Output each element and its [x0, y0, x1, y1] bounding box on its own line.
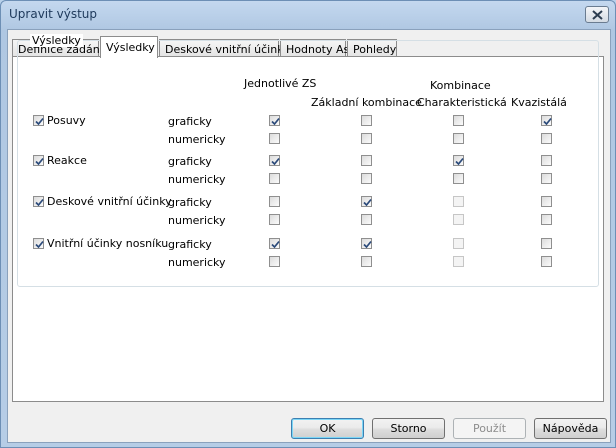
row-label-1: Posuvy: [47, 114, 86, 127]
numericky-checkbox-r3-c1[interactable]: [269, 214, 280, 225]
ok-button[interactable]: OK: [291, 418, 364, 439]
header-jednotlive-zs: Jednotlivé ZS: [244, 77, 317, 90]
column-charakteristicka: Charakteristická: [417, 96, 507, 109]
mode-graficky-label: graficky: [168, 155, 212, 168]
graficky-checkbox-r1-c1[interactable]: [269, 115, 280, 126]
mode-numericky-label: numericky: [168, 256, 226, 269]
mode-numericky-label: numericky: [168, 133, 226, 146]
graficky-checkbox-r2-c1[interactable]: [269, 155, 280, 166]
graficky-checkbox-r3-c3: [453, 196, 464, 207]
numericky-checkbox-r4-c2[interactable]: [361, 256, 372, 267]
graficky-checkbox-r1-c3[interactable]: [453, 115, 464, 126]
numericky-checkbox-r1-c1[interactable]: [269, 133, 280, 144]
numericky-checkbox-r3-c2[interactable]: [361, 214, 372, 225]
graficky-checkbox-r2-c2[interactable]: [361, 155, 372, 166]
column-kvazistala: Kvazistálá: [511, 96, 567, 109]
numericky-checkbox-r4-c3: [453, 256, 464, 267]
numericky-checkbox-r1-c2[interactable]: [361, 133, 372, 144]
row-checkbox-4[interactable]: [33, 238, 44, 249]
close-icon: [592, 10, 603, 20]
graficky-checkbox-r3-c2[interactable]: [361, 196, 372, 207]
numericky-checkbox-r3-c3: [453, 214, 464, 225]
graficky-checkbox-r4-c4[interactable]: [541, 238, 552, 249]
graficky-checkbox-r1-c2[interactable]: [361, 115, 372, 126]
graficky-checkbox-r4-c1[interactable]: [269, 238, 280, 249]
numericky-checkbox-r4-c4[interactable]: [541, 256, 552, 267]
graficky-checkbox-r4-c2[interactable]: [361, 238, 372, 249]
mode-numericky-label: numericky: [168, 173, 226, 186]
groupbox-title: Výsledky: [30, 34, 83, 47]
row-checkbox-2[interactable]: [33, 155, 44, 166]
numericky-checkbox-r2-c3[interactable]: [453, 173, 464, 184]
row-label-2: Reakce: [47, 154, 87, 167]
mode-graficky-label: graficky: [168, 196, 212, 209]
cancel-button[interactable]: Storno: [372, 418, 445, 439]
row-checkbox-1[interactable]: [33, 115, 44, 126]
title-bar[interactable]: Upravit výstup: [1, 1, 615, 29]
row-checkbox-3[interactable]: [33, 196, 44, 207]
apply-button: Použít: [453, 418, 526, 439]
mode-graficky-label: graficky: [168, 238, 212, 251]
help-button[interactable]: Nápověda: [534, 418, 607, 439]
graficky-checkbox-r3-c4[interactable]: [541, 196, 552, 207]
numericky-checkbox-r2-c2[interactable]: [361, 173, 372, 184]
numericky-checkbox-r1-c4[interactable]: [541, 133, 552, 144]
numericky-checkbox-r3-c4[interactable]: [541, 214, 552, 225]
column-zakladni-kombinace: Základní kombinace: [311, 96, 422, 109]
mode-numericky-label: numericky: [168, 214, 226, 227]
graficky-checkbox-r2-c3[interactable]: [453, 155, 464, 166]
close-button[interactable]: [585, 6, 609, 23]
tab-2[interactable]: Výsledky: [100, 36, 158, 58]
graficky-checkbox-r4-c3: [453, 238, 464, 249]
numericky-checkbox-r1-c3[interactable]: [453, 133, 464, 144]
row-label-3: Deskové vnitřní účinky: [47, 195, 172, 208]
graficky-checkbox-r1-c4[interactable]: [541, 115, 552, 126]
window-title: Upravit výstup: [9, 7, 98, 21]
mode-graficky-label: graficky: [168, 115, 212, 128]
numericky-checkbox-r4-c1[interactable]: [269, 256, 280, 267]
graficky-checkbox-r2-c4[interactable]: [541, 155, 552, 166]
header-kombinace: Kombinace: [430, 79, 491, 92]
row-label-4: Vnitřní účinky nosníku: [47, 237, 169, 250]
numericky-checkbox-r2-c4[interactable]: [541, 173, 552, 184]
numericky-checkbox-r2-c1[interactable]: [269, 173, 280, 184]
graficky-checkbox-r3-c1[interactable]: [269, 196, 280, 207]
